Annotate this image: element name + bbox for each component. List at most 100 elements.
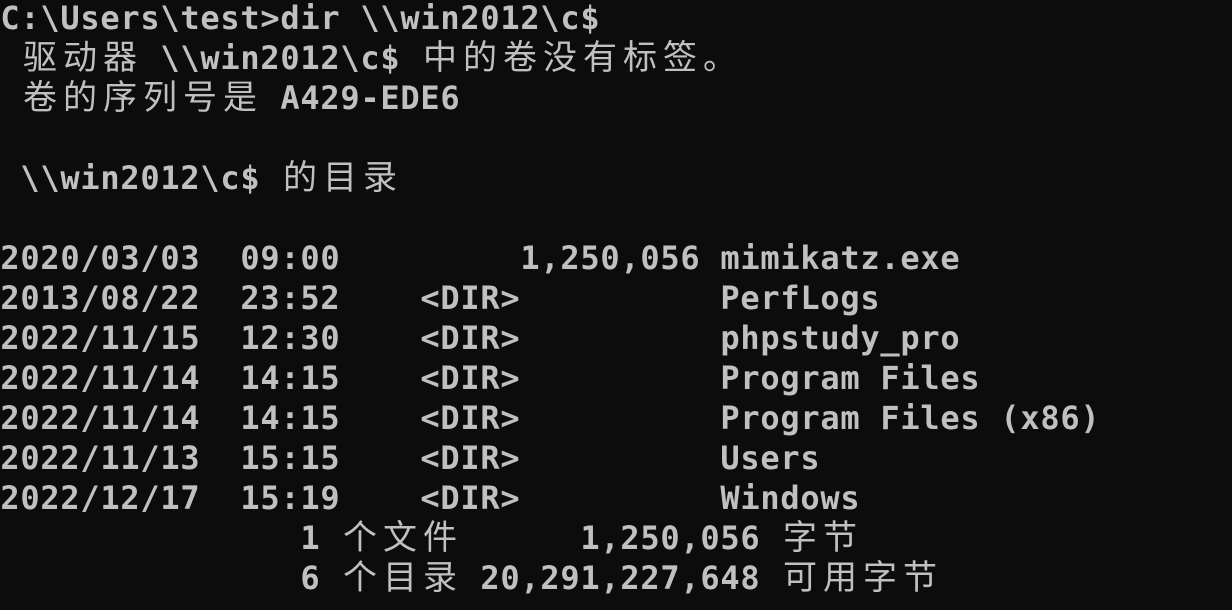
- char-cell: [360, 318, 380, 358]
- char-cell: :: [280, 239, 300, 277]
- char-cell: [520, 398, 540, 438]
- char-cell: ): [1080, 399, 1100, 437]
- char-cell: [600, 398, 620, 438]
- char-cell: 的: [463, 38, 497, 78]
- char-cell: 0: [480, 0, 500, 37]
- char-cell: E: [420, 79, 440, 117]
- char-cell: [400, 278, 420, 318]
- char-cell: [200, 558, 220, 598]
- char-cell: 动: [63, 38, 97, 78]
- char-cell: 1: [120, 319, 140, 357]
- char-cell: D: [440, 279, 460, 317]
- char-cell: [680, 438, 700, 478]
- char-cell: [700, 478, 720, 518]
- char-cell: [580, 318, 600, 358]
- char-cell: [0, 558, 20, 598]
- char-cell: [340, 438, 360, 478]
- char-cell: 2: [620, 519, 640, 557]
- char-cell: m: [720, 239, 740, 277]
- char-cell: e: [200, 0, 220, 37]
- char-cell: R: [480, 319, 500, 357]
- char-cell: [660, 318, 680, 358]
- char-cell: 4: [260, 399, 280, 437]
- char-cell: ,: [540, 239, 560, 277]
- char-cell: [380, 358, 400, 398]
- char-cell: >: [500, 319, 520, 357]
- char-cell: e: [940, 399, 960, 437]
- char-cell: /: [80, 319, 100, 357]
- char-cell: 8: [1040, 399, 1060, 437]
- char-cell: t: [800, 319, 820, 357]
- char-cell: >: [500, 399, 520, 437]
- char-cell: [380, 238, 400, 278]
- char-cell: 标: [623, 38, 657, 78]
- char-cell: x: [920, 239, 940, 277]
- char-cell: t: [240, 0, 260, 37]
- char-cell: r: [780, 439, 800, 477]
- char-cell: [560, 358, 580, 398]
- char-cell: i: [220, 39, 240, 77]
- char-cell: /: [140, 359, 160, 397]
- char-cell: \: [200, 159, 220, 197]
- char-cell: 1: [500, 0, 520, 37]
- char-cell: [220, 558, 240, 598]
- char-cell: [220, 398, 240, 438]
- char-cell: 2: [240, 279, 260, 317]
- char-cell: i: [900, 399, 920, 437]
- char-cell: [160, 558, 180, 598]
- char-cell: s: [80, 0, 100, 37]
- char-cell: o: [760, 399, 780, 437]
- char-cell: 2: [60, 359, 80, 397]
- char-cell: 列: [143, 78, 177, 118]
- char-cell: 5: [260, 439, 280, 477]
- dir-entry: 2 0 2 2/1 1/1 4 14:15 < D I R > Program Files (x 8…: [0, 398, 1100, 438]
- char-cell: m: [760, 239, 780, 277]
- char-cell: [0, 38, 20, 78]
- command-line: C: \ Us e r s \ t e s t > d i r \ \ w i n 2 0 1 2 \ c $: [0, 0, 1100, 38]
- char-cell: >: [260, 0, 280, 37]
- char-cell: 5: [660, 239, 680, 277]
- char-cell: <: [420, 359, 440, 397]
- char-cell: D: [440, 319, 460, 357]
- console-output[interactable]: C: \ Us e r s \ t e s t > d i r \ \ w i n 2 0 1 2 \ c $ 驱动器 \ \ w i n…: [0, 0, 1100, 598]
- char-cell: U: [720, 439, 740, 477]
- char-cell: :: [280, 279, 300, 317]
- char-cell: F: [880, 399, 900, 437]
- char-cell: x: [1020, 399, 1040, 437]
- char-cell: .: [880, 239, 900, 277]
- char-cell: [260, 78, 280, 118]
- char-cell: /: [80, 479, 100, 517]
- char-cell: [560, 398, 580, 438]
- char-cell: [540, 438, 560, 478]
- char-cell: [700, 278, 720, 318]
- char-cell: 1: [240, 319, 260, 357]
- char-cell: 0: [100, 279, 120, 317]
- char-cell: 5: [300, 279, 320, 317]
- char-cell: 4: [720, 559, 740, 597]
- char-cell: \: [20, 159, 40, 197]
- char-cell: 2: [40, 439, 60, 477]
- char-cell: R: [480, 439, 500, 477]
- char-cell: 2: [40, 359, 60, 397]
- char-cell: 0: [20, 399, 40, 437]
- char-cell: U: [60, 0, 80, 37]
- char-cell: [140, 558, 160, 598]
- char-cell: 0: [320, 239, 340, 277]
- char-cell: 2: [320, 39, 340, 77]
- char-cell: 0: [640, 239, 660, 277]
- char-cell: 1: [240, 439, 260, 477]
- char-cell: 1: [240, 399, 260, 437]
- char-cell: 节: [823, 518, 857, 558]
- char-cell: e: [760, 439, 780, 477]
- char-cell: 9: [340, 79, 360, 117]
- char-cell: [400, 38, 420, 78]
- char-cell: 0: [100, 239, 120, 277]
- char-cell: [320, 518, 340, 558]
- char-cell: [480, 518, 500, 558]
- char-cell: [520, 518, 540, 558]
- char-cell: 2: [320, 79, 340, 117]
- char-cell: 6: [680, 239, 700, 277]
- char-cell: 1: [580, 519, 600, 557]
- char-cell: 2: [520, 0, 540, 37]
